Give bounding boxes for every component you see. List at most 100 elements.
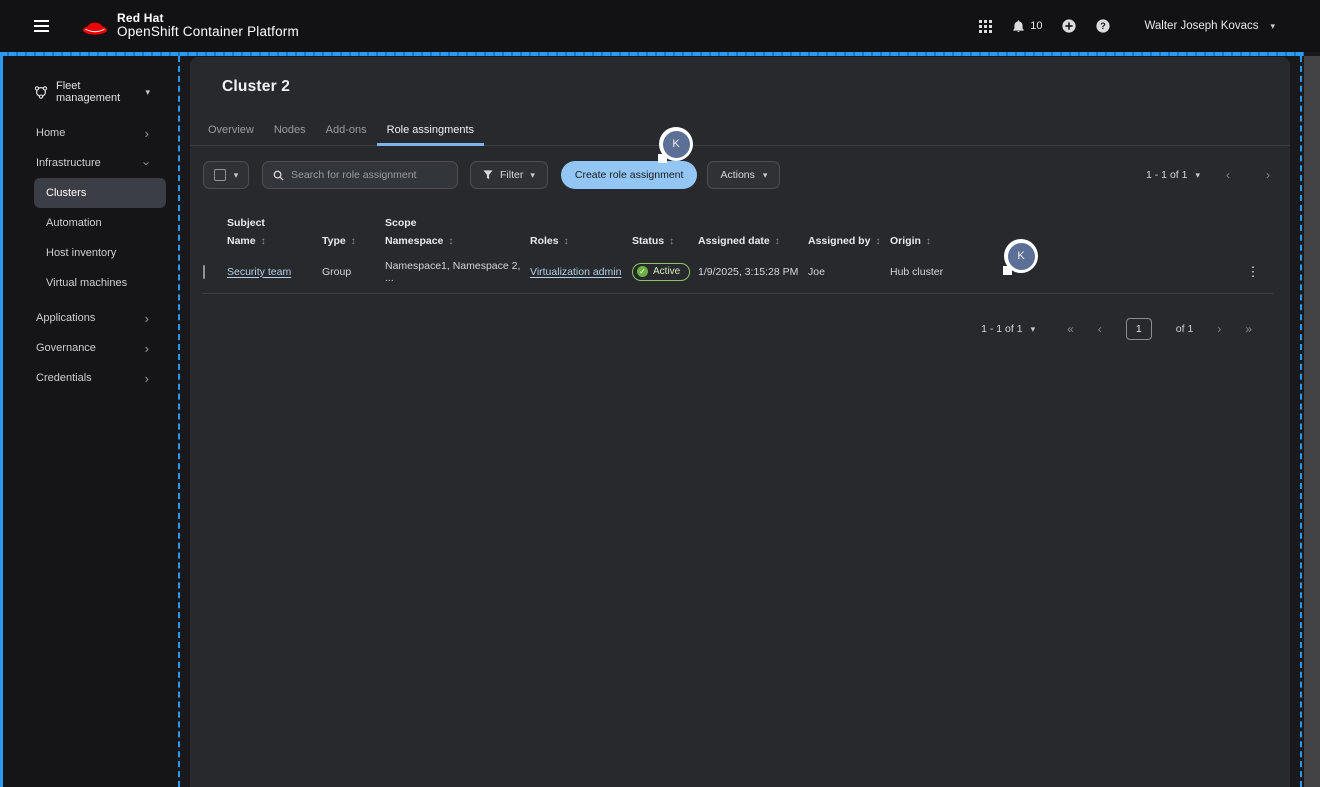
create-role-assignment-button[interactable]: Create role assignment (561, 161, 698, 189)
bulk-select-dropdown[interactable]: ▾ (203, 161, 249, 189)
collaborator-cursor-badge: K (1004, 239, 1038, 273)
table-row: Security team Group Namespace1, Namespac… (203, 250, 1273, 294)
subject-name-link[interactable]: Security team (227, 266, 322, 278)
sort-icon[interactable]: ↕ (775, 236, 780, 247)
column-header-namespace[interactable]: Namespace ↕ (385, 235, 530, 247)
sidebar-item-credentials[interactable]: Credentials › (3, 363, 178, 393)
sidebar-item-infrastructure[interactable]: Infrastructure › (3, 148, 178, 178)
column-header-origin[interactable]: Origin ↕ (890, 235, 990, 247)
tab-overview[interactable]: Overview (198, 116, 264, 145)
caret-down-icon: ▾ (1195, 171, 1200, 180)
pagination-controls: « ‹ of 1 › » (1067, 318, 1252, 340)
table-group-header-row: Subject Scope (203, 215, 1273, 230)
filter-label: Filter (500, 169, 523, 181)
brand-logo[interactable]: Red Hat OpenShift Container Platform (81, 12, 299, 40)
cursor-ring: K (659, 127, 693, 161)
sidebar-item-label: Home (36, 127, 65, 139)
chevron-down-icon: › (140, 161, 153, 165)
page-number-input[interactable] (1126, 318, 1152, 340)
origin-cell: Hub cluster (890, 266, 990, 278)
next-page-button[interactable]: › (1217, 323, 1221, 335)
sidebar-item-virtual-machines[interactable]: Virtual machines (34, 268, 166, 298)
chevron-right-icon: › (145, 312, 149, 325)
filter-dropdown[interactable]: Filter ▾ (470, 161, 548, 189)
column-header-name[interactable]: Name ↕ (227, 235, 322, 247)
menu-toggle-icon[interactable] (30, 14, 53, 38)
create-plus-icon[interactable] (1062, 19, 1076, 33)
sort-icon[interactable]: ↕ (669, 236, 674, 247)
sidebar-item-governance[interactable]: Governance › (3, 333, 178, 363)
type-cell: Group (322, 266, 385, 278)
row-kebab-menu-icon[interactable]: ⋮ (1241, 260, 1266, 284)
pagination-top-summary[interactable]: 1 - 1 of 1 ▾ (1146, 169, 1200, 181)
sidebar-item-automation[interactable]: Automation (34, 208, 166, 238)
sidebar-item-label: Host inventory (46, 247, 116, 259)
focus-outline-top (0, 52, 1304, 56)
sidebar-item-home[interactable]: Home › (3, 118, 178, 148)
column-header-status[interactable]: Status ↕ (632, 235, 698, 247)
row-checkbox[interactable] (203, 265, 205, 279)
caret-down-icon: ▾ (234, 171, 239, 180)
sidebar-item-host-inventory[interactable]: Host inventory (34, 238, 166, 268)
sort-icon[interactable]: ↕ (351, 236, 356, 247)
select-all-checkbox[interactable] (214, 169, 226, 181)
sidebar-item-clusters[interactable]: Clusters (34, 178, 166, 208)
sort-icon[interactable]: ↕ (875, 236, 880, 247)
roles-link[interactable]: Virtualization admin (530, 266, 632, 278)
prev-page-button[interactable]: ‹ (1098, 323, 1102, 335)
notifications-bell-icon[interactable]: 10 (1012, 19, 1042, 33)
chevron-right-icon: › (145, 127, 149, 140)
user-name: Walter Joseph Kovacs (1144, 20, 1258, 32)
cursor-initial: K (1008, 243, 1035, 270)
caret-down-icon: ▾ (530, 171, 535, 180)
search-input[interactable] (291, 169, 447, 181)
redhat-fedora-icon (81, 16, 108, 37)
page-of-label: of 1 (1176, 323, 1194, 335)
filter-funnel-icon (483, 170, 493, 180)
app-launcher-icon[interactable] (979, 20, 992, 33)
focus-outline-right (1300, 56, 1302, 787)
status-label: Active (653, 266, 680, 277)
sort-icon[interactable]: ↕ (261, 236, 266, 247)
next-page-button[interactable]: › (1266, 169, 1270, 181)
pagination-range: 1 - 1 of 1 (1146, 169, 1187, 181)
sort-icon[interactable]: ↕ (926, 236, 931, 247)
column-header-type[interactable]: Type ↕ (322, 235, 385, 247)
sidebar-item-label: Virtual machines (46, 277, 127, 289)
actions-label: Actions (720, 169, 754, 181)
sidebar-item-label: Applications (36, 312, 95, 324)
sidebar-item-label: Credentials (36, 372, 92, 384)
sidebar-item-label: Clusters (46, 187, 86, 199)
brand-line2: OpenShift Container Platform (117, 25, 299, 40)
pagination-bottom-summary[interactable]: 1 - 1 of 1 ▾ (981, 323, 1035, 335)
column-header-assigned-by[interactable]: Assigned by ↕ (808, 235, 890, 247)
first-page-button[interactable]: « (1067, 323, 1074, 335)
search-box[interactable] (262, 161, 458, 189)
column-header-roles[interactable]: Roles ↕ (530, 235, 632, 247)
caret-down-icon: ▾ (763, 171, 768, 180)
prev-page-button[interactable]: ‹ (1226, 169, 1230, 181)
masthead-toolbar: 10 ? Walter Joseph Kovacs ▾ (979, 19, 1320, 33)
help-icon[interactable]: ? (1096, 19, 1110, 33)
svg-text:?: ? (1101, 21, 1107, 31)
masthead: Red Hat OpenShift Container Platform 10 … (0, 0, 1320, 52)
tab-add-ons[interactable]: Add-ons (316, 116, 377, 145)
last-page-button[interactable]: » (1245, 323, 1252, 335)
user-menu[interactable]: Walter Joseph Kovacs ▾ (1144, 20, 1275, 32)
tab-nodes[interactable]: Nodes (264, 116, 316, 145)
search-icon (273, 170, 284, 181)
chevron-right-icon: › (145, 372, 149, 385)
assigned-by-cell: Joe (808, 266, 890, 278)
perspective-switcher[interactable]: Fleet management ▾ (3, 56, 178, 118)
page-title: Cluster 2 (222, 78, 1290, 96)
role-assignments-table: Subject Scope Name ↕ Type ↕ Namespace ↕ … (203, 215, 1273, 294)
group-header-scope: Scope (385, 217, 530, 229)
sort-icon[interactable]: ↕ (448, 236, 453, 247)
column-header-assigned-date[interactable]: Assigned date ↕ (698, 235, 808, 247)
sidebar-item-applications[interactable]: Applications › (3, 303, 178, 333)
cluster-detail-card: Cluster 2 Overview Nodes Add-ons Role as… (190, 57, 1290, 787)
actions-dropdown[interactable]: Actions ▾ (707, 161, 780, 189)
sort-icon[interactable]: ↕ (564, 236, 569, 247)
caret-down-icon: ▾ (145, 88, 150, 97)
tab-role-assignments[interactable]: Role assingments (377, 116, 484, 145)
